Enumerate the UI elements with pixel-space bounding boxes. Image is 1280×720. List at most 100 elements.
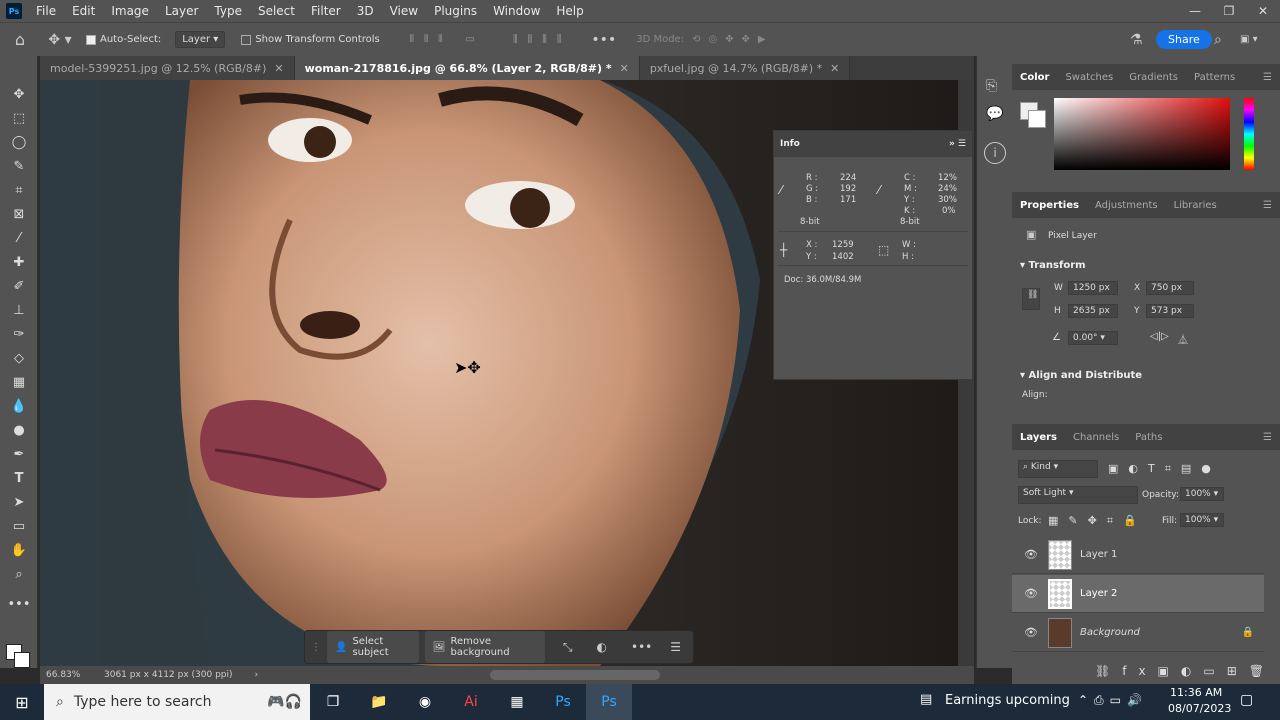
3d-tools-icons[interactable]: ⟲◎✥✥▶ — [692, 34, 774, 45]
tab-layers[interactable]: Layers — [1012, 432, 1065, 443]
comments-icon[interactable]: 💬 — [986, 106, 1003, 122]
layer-name[interactable]: Background — [1080, 627, 1140, 638]
transform-section[interactable]: ▾ Transform — [1020, 260, 1086, 271]
frame-tool-icon[interactable]: ⊠ — [9, 204, 29, 224]
color-picker-field[interactable] — [1054, 98, 1230, 170]
height-field[interactable]: 2635 px — [1068, 304, 1118, 318]
menu-filter[interactable]: Filter — [303, 4, 349, 18]
menu-3d[interactable]: 3D — [349, 4, 382, 18]
rectangle-tool-icon[interactable]: ▭ — [9, 516, 29, 536]
flip-vertical-icon[interactable]: ⏅ — [1178, 331, 1188, 346]
clock-time[interactable]: 11:36 AM — [1170, 686, 1222, 699]
layer-name[interactable]: Layer 2 — [1080, 588, 1117, 599]
auto-select-target-dropdown[interactable]: Layer ▾ — [175, 31, 226, 48]
info-icon[interactable]: i — [984, 142, 1006, 164]
tab-adjustments[interactable]: Adjustments — [1087, 200, 1166, 211]
settings-sliders-icon[interactable]: ☰ — [670, 640, 681, 654]
workspace-icon[interactable]: ▣ ▾ — [1240, 34, 1258, 45]
layer-row-background[interactable]: 👁 Background 🔒 — [1012, 614, 1264, 652]
angle-field[interactable]: 0.00° ▾ — [1068, 331, 1118, 345]
windows-start-icon[interactable]: ⊞ — [0, 684, 44, 720]
opacity-field[interactable]: 100% ▾ — [1180, 487, 1224, 501]
home-icon[interactable]: ⌂ — [0, 30, 40, 49]
close-button[interactable]: ✕ — [1246, 0, 1280, 22]
tab-pxfuel[interactable]: pxfuel.jpg @ 14.7% (RGB/8#) * ✕ — [639, 56, 851, 80]
tray-icons[interactable]: ⌃⎙▭🔊 — [1078, 693, 1148, 708]
auto-select-checkbox[interactable]: Auto-Select: — [86, 34, 161, 45]
layer-name[interactable]: Layer 1 — [1080, 549, 1117, 560]
lasso-tool-icon[interactable]: ◯ — [9, 132, 29, 152]
remove-background-button[interactable]: 🖼 Remove background — [424, 631, 545, 663]
panel-menu-icon[interactable]: ☰ — [1255, 432, 1280, 443]
hand-tool-icon[interactable]: ✋ — [9, 540, 29, 560]
x-field[interactable]: 750 px — [1146, 281, 1194, 295]
move-tool-preset-icon[interactable]: ✥ ▾ — [40, 32, 80, 48]
file-explorer-icon[interactable]: 📁 — [356, 684, 402, 720]
close-tab-icon[interactable]: ✕ — [274, 62, 283, 75]
brush-tool-icon[interactable]: ✐ — [9, 276, 29, 296]
kind-filter-dropdown[interactable]: ⌕ Kind ▾ — [1018, 460, 1098, 478]
clock-date[interactable]: 08/07/2023 — [1168, 702, 1231, 715]
menu-layer[interactable]: Layer — [157, 4, 206, 18]
tab-color[interactable]: Color — [1012, 72, 1057, 83]
quick-select-tool-icon[interactable]: ✎ — [9, 156, 29, 176]
layer-filter-icons[interactable]: ▣◐T⌗▤● — [1108, 462, 1221, 476]
path-select-icon[interactable]: ➤ — [9, 492, 29, 512]
tab-woman[interactable]: woman-2178816.jpg @ 66.8% (Layer 2, RGB/… — [294, 56, 640, 80]
photoshop-taskbar-icon[interactable]: Ps — [540, 684, 586, 720]
photoshop-logo[interactable]: Ps — [6, 3, 22, 19]
healing-brush-icon[interactable]: ✚ — [9, 252, 29, 272]
history-brush-icon[interactable]: ✑ — [9, 324, 29, 344]
share-button[interactable]: Share — [1156, 30, 1212, 49]
background-color-swatch[interactable] — [14, 652, 30, 668]
background-color-swatch[interactable] — [1028, 110, 1046, 128]
crop-tool-icon[interactable]: ⌗ — [9, 180, 29, 200]
visibility-eye-icon[interactable]: 👁 — [1020, 548, 1042, 561]
taskbar-search[interactable]: ⌕ Type here to search 🎮🎧 — [44, 684, 310, 720]
menu-file[interactable]: File — [28, 4, 64, 18]
tab-properties[interactable]: Properties — [1012, 200, 1087, 211]
move-tool-icon[interactable]: ✥ — [9, 84, 29, 104]
more-options-icon[interactable]: ••• — [591, 32, 616, 48]
visibility-eye-icon[interactable]: 👁 — [1020, 587, 1042, 600]
menu-image[interactable]: Image — [103, 4, 157, 18]
close-tab-icon[interactable]: ✕ — [620, 62, 629, 75]
menu-view[interactable]: View — [382, 4, 426, 18]
dodge-tool-icon[interactable]: ● — [9, 420, 29, 440]
lock-icons[interactable]: ▦✎✥⌗🔒 — [1048, 514, 1147, 528]
tab-patterns[interactable]: Patterns — [1186, 72, 1243, 83]
marquee-tool-icon[interactable]: ⬚ — [9, 108, 29, 128]
more-icon[interactable]: ••• — [631, 640, 652, 654]
eraser-tool-icon[interactable]: ◇ — [9, 348, 29, 368]
tab-paths[interactable]: Paths — [1127, 432, 1170, 443]
visibility-eye-icon[interactable]: 👁 — [1020, 626, 1042, 639]
tab-libraries[interactable]: Libraries — [1166, 200, 1225, 211]
tab-gradients[interactable]: Gradients — [1121, 72, 1186, 83]
panel-menu-icon[interactable]: » ☰ — [949, 139, 966, 149]
notifications-icon[interactable]: ▢ — [1240, 692, 1253, 708]
transform-icon[interactable]: ⤡ — [563, 640, 573, 655]
zoom-level[interactable]: 66.83% — [46, 670, 94, 680]
blend-mode-dropdown[interactable]: Soft Light ▾ — [1018, 486, 1138, 504]
width-field[interactable]: 1250 px — [1068, 281, 1118, 295]
more-tools-icon[interactable]: ••• — [8, 594, 31, 614]
zoom-tool-icon[interactable]: ⌕ — [9, 564, 29, 584]
panel-menu-icon[interactable]: ☰ — [1255, 72, 1280, 83]
menu-type[interactable]: Type — [206, 4, 250, 18]
search-icon[interactable]: ⌕ — [1214, 32, 1222, 48]
checkbox-unchecked-icon[interactable] — [241, 34, 252, 45]
show-transform-checkbox[interactable]: Show Transform Controls — [241, 34, 380, 45]
clone-stamp-icon[interactable]: ⊥ — [9, 300, 29, 320]
layer-row-layer-1[interactable]: 👁 Layer 1 — [1012, 536, 1264, 574]
menu-plugins[interactable]: Plugins — [426, 4, 485, 18]
illustrator-icon[interactable]: Ai — [448, 684, 494, 720]
gradient-tool-icon[interactable]: ▦ — [9, 372, 29, 392]
flask-icon[interactable]: ⚗ — [1130, 32, 1143, 48]
link-icon[interactable]: ⛓ — [1022, 288, 1040, 310]
drag-handle-icon[interactable]: ⋮ — [311, 642, 321, 653]
history-icon[interactable]: ⎘ — [986, 78, 997, 94]
horizontal-scrollbar[interactable] — [490, 670, 660, 680]
blur-tool-icon[interactable]: 💧 — [9, 396, 29, 416]
adjust-icon[interactable]: ◐ — [597, 640, 607, 654]
layer-row-layer-2[interactable]: 👁 Layer 2 — [1012, 575, 1264, 613]
